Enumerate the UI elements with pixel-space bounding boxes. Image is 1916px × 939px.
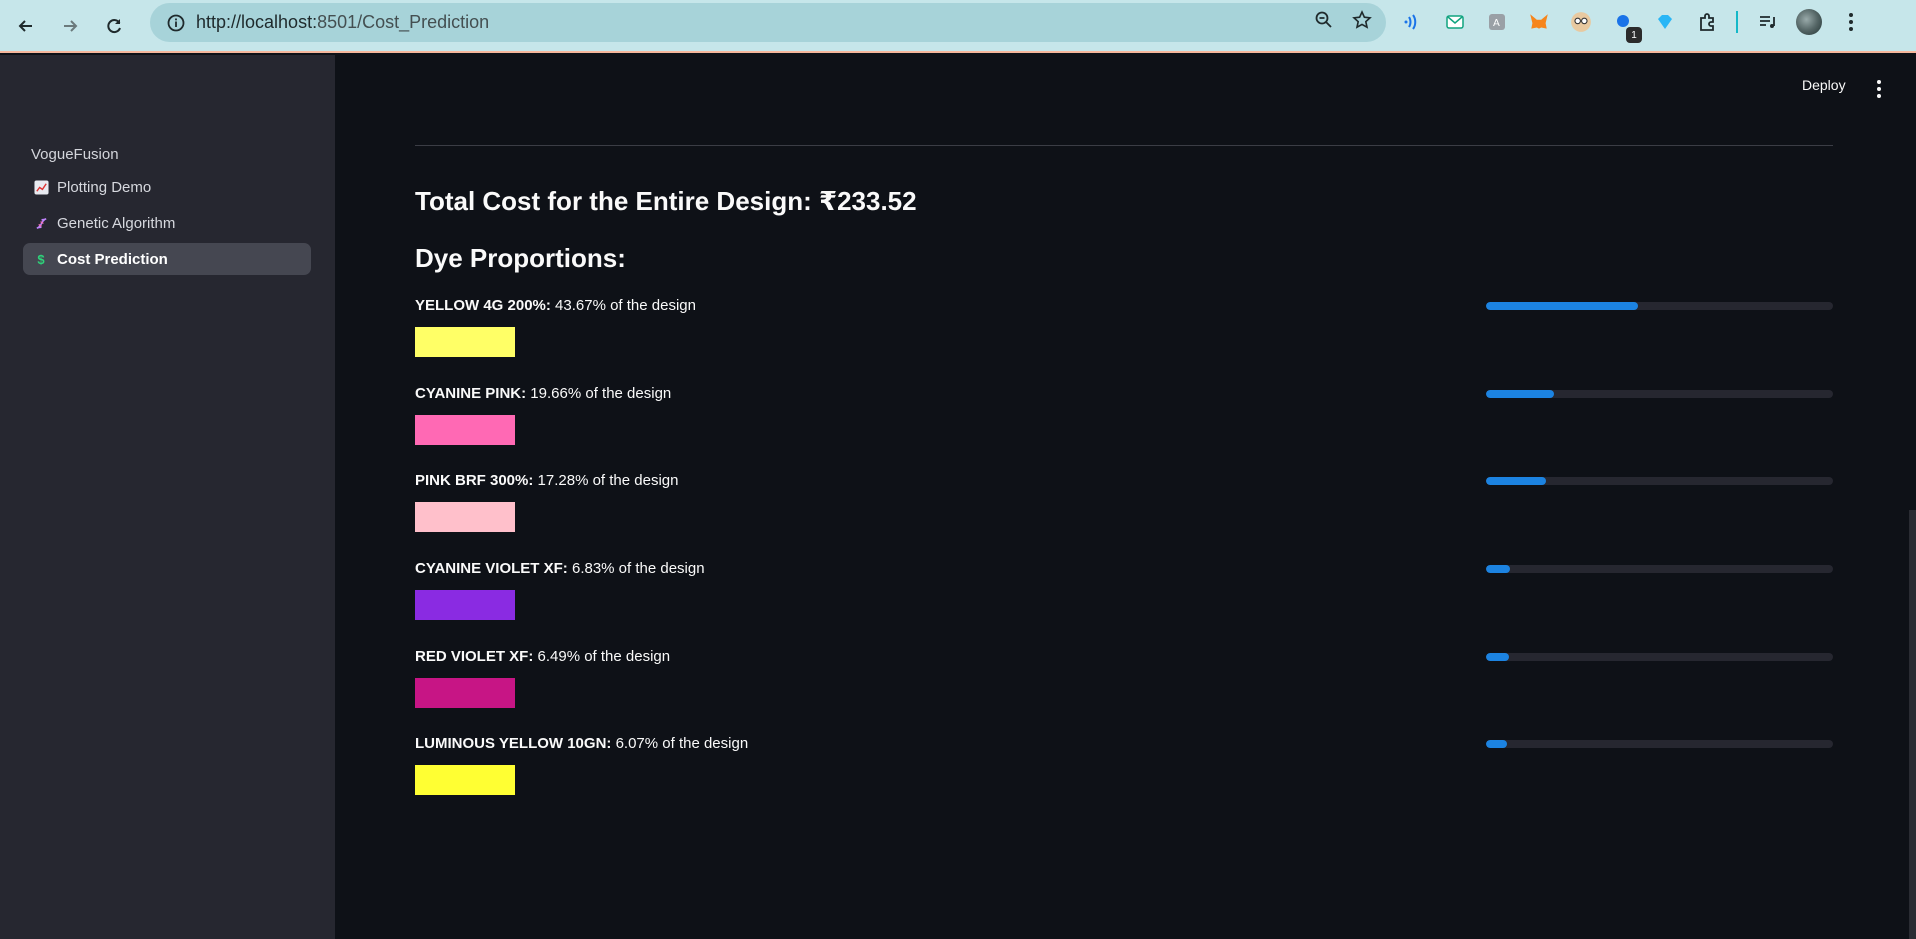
address-bar[interactable]: http://localhost:8501/Cost_Prediction bbox=[150, 3, 1386, 42]
dye-progress-bar bbox=[1486, 653, 1833, 661]
dye-share: 6.07% of the design bbox=[611, 735, 749, 752]
sidebar: VogueFusion Plotting Demo Genetic Algori… bbox=[0, 55, 335, 939]
sidebar-item-label: Genetic Algorithm bbox=[57, 214, 176, 232]
dye-proportions-heading: Dye Proportions: bbox=[415, 243, 626, 273]
dye-share: 17.28% of the design bbox=[533, 472, 679, 489]
diamond-extension-icon[interactable] bbox=[1652, 9, 1678, 35]
back-arrow-icon bbox=[18, 19, 32, 32]
dye-progress-fill bbox=[1486, 477, 1546, 485]
dye-progress-fill bbox=[1486, 740, 1508, 748]
forward-button[interactable] bbox=[48, 4, 92, 48]
dye-progress-fill bbox=[1486, 565, 1510, 573]
dye-row: YELLOW 4G 200%: 43.67% of the design bbox=[415, 297, 1833, 385]
dye-share: 19.66% of the design bbox=[526, 385, 672, 402]
dye-share: 6.83% of the design bbox=[567, 560, 705, 577]
browser-toolbar: http://localhost:8501/Cost_Prediction A bbox=[0, 0, 1916, 53]
reload-button[interactable] bbox=[92, 4, 136, 48]
mail-extension-icon[interactable] bbox=[1442, 9, 1468, 35]
dye-progress-fill bbox=[1486, 302, 1638, 310]
browser-menu-icon[interactable] bbox=[1838, 9, 1864, 35]
dna-icon bbox=[33, 215, 49, 231]
dye-progress-fill bbox=[1486, 653, 1509, 661]
dye-row: CYANINE VIOLET XF: 6.83% of the design bbox=[415, 560, 1833, 648]
dye-share: 43.67% of the design bbox=[550, 297, 696, 314]
dye-row: CYANINE PINK: 19.66% of the design bbox=[415, 385, 1833, 473]
site-info-icon[interactable] bbox=[156, 13, 196, 33]
sidebar-item-voguefusion[interactable]: VogueFusion bbox=[23, 137, 311, 171]
dye-color-swatch bbox=[415, 765, 515, 795]
dye-color-swatch bbox=[415, 502, 515, 532]
dollar-icon: $ bbox=[37, 251, 45, 267]
dye-progress-bar bbox=[1486, 477, 1833, 485]
dye-name: YELLOW 4G 200%: bbox=[415, 297, 551, 314]
dye-progress-bar bbox=[1486, 390, 1833, 398]
metamask-fox-icon[interactable] bbox=[1526, 9, 1552, 35]
dye-progress-bar bbox=[1486, 565, 1833, 573]
dye-row: LUMINOUS YELLOW 10GN: 6.07% of the desig… bbox=[415, 735, 1833, 823]
dye-name: CYANINE PINK: bbox=[415, 385, 527, 402]
dye-name: CYANINE VIOLET XF: bbox=[415, 560, 568, 577]
dye-color-swatch bbox=[415, 327, 515, 357]
dye-progress-fill bbox=[1486, 390, 1555, 398]
main-menu-icon[interactable] bbox=[1877, 80, 1881, 98]
wifi-extension-icon[interactable] bbox=[1400, 9, 1426, 35]
sidebar-item-genetic-algorithm[interactable]: Genetic Algorithm bbox=[23, 207, 311, 239]
sidebar-item-plotting-demo[interactable]: Plotting Demo bbox=[23, 171, 311, 203]
sidebar-item-label: Plotting Demo bbox=[57, 178, 152, 196]
svg-text:A: A bbox=[1493, 18, 1500, 29]
profile-avatar[interactable] bbox=[1796, 9, 1822, 35]
forward-arrow-icon bbox=[64, 19, 78, 32]
divider bbox=[415, 145, 1833, 146]
media-controls-icon[interactable] bbox=[1754, 9, 1780, 35]
dye-name: RED VIOLET XF: bbox=[415, 648, 534, 665]
url-text: http://localhost:8501/Cost_Prediction bbox=[196, 12, 490, 32]
total-cost-heading: Total Cost for the Entire Design: ₹233.5… bbox=[415, 186, 917, 216]
dye-name: LUMINOUS YELLOW 10GN: bbox=[415, 735, 612, 752]
deploy-button[interactable]: Deploy bbox=[1802, 77, 1846, 93]
sidebar-item-cost-prediction[interactable]: $ Cost Prediction bbox=[23, 243, 311, 275]
dye-progress-bar bbox=[1486, 740, 1833, 748]
chart-icon bbox=[33, 179, 49, 195]
dye-color-swatch bbox=[415, 590, 515, 620]
sidebar-item-label: Cost Prediction bbox=[57, 250, 168, 268]
dye-row: RED VIOLET XF: 6.49% of the design bbox=[415, 648, 1833, 736]
owl-extension-icon[interactable] bbox=[1568, 9, 1594, 35]
dye-color-swatch bbox=[415, 678, 515, 708]
toolbar-separator bbox=[1736, 11, 1738, 33]
back-button[interactable] bbox=[4, 4, 48, 48]
dye-color-swatch bbox=[415, 415, 515, 445]
dye-progress-bar bbox=[1486, 302, 1833, 310]
scrollbar-thumb[interactable] bbox=[1909, 510, 1916, 939]
sidebar-nav: VogueFusion Plotting Demo Genetic Algori… bbox=[23, 137, 311, 279]
dye-row: PINK BRF 300%: 17.28% of the design bbox=[415, 472, 1833, 560]
translate-extension-icon[interactable]: A bbox=[1484, 9, 1510, 35]
main-content: Deploy Total Cost for the Entire Design:… bbox=[335, 55, 1916, 939]
puzzle-extensions-icon[interactable] bbox=[1694, 9, 1720, 35]
extension-badge: 1 bbox=[1626, 27, 1642, 43]
reload-icon bbox=[107, 18, 121, 33]
dye-name: PINK BRF 300%: bbox=[415, 472, 534, 489]
dye-share: 6.49% of the design bbox=[533, 648, 671, 665]
zoom-icon[interactable] bbox=[1314, 10, 1334, 35]
bookmark-star-icon[interactable] bbox=[1352, 10, 1372, 35]
notification-extension-icon[interactable]: 1 bbox=[1610, 9, 1642, 43]
